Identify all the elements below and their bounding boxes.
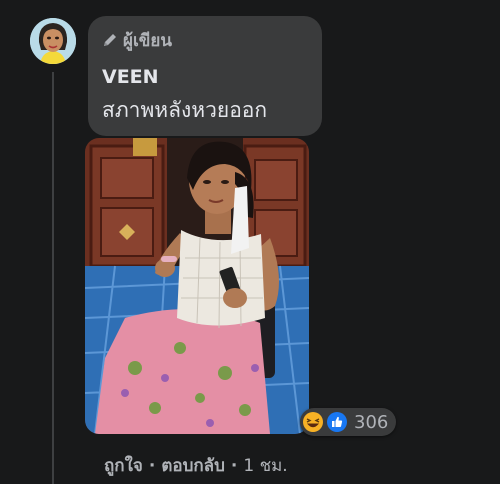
comment-text: สภาพหลังหวยออก <box>102 98 268 122</box>
haha-icon <box>303 412 323 432</box>
badge-label: ผู้เขียน <box>123 30 172 51</box>
thread-line <box>52 72 54 484</box>
avatar[interactable] <box>30 18 76 64</box>
like-link[interactable]: ถูกใจ <box>104 452 143 479</box>
pencil-icon <box>104 34 116 46</box>
reaction-count: 306 <box>354 411 389 433</box>
like-icon <box>327 412 347 432</box>
reply-link[interactable]: ตอบกลับ <box>161 452 225 479</box>
reaction-summary[interactable]: 306 <box>300 408 397 436</box>
separator: · <box>148 455 156 476</box>
photo-image <box>85 138 309 434</box>
timestamp[interactable]: 1 ชม. <box>243 452 287 479</box>
author-badge: ผู้เขียน <box>102 28 308 52</box>
author-name[interactable]: VEEN <box>102 66 308 88</box>
comment-actions: ถูกใจ · ตอบกลับ · 1 ชม. <box>104 452 288 479</box>
comment-photo[interactable] <box>85 138 309 434</box>
separator: · <box>230 455 238 476</box>
comment-bubble: ผู้เขียน VEEN สภาพหลังหวยออก <box>88 16 322 136</box>
avatar-illustration <box>30 18 76 64</box>
